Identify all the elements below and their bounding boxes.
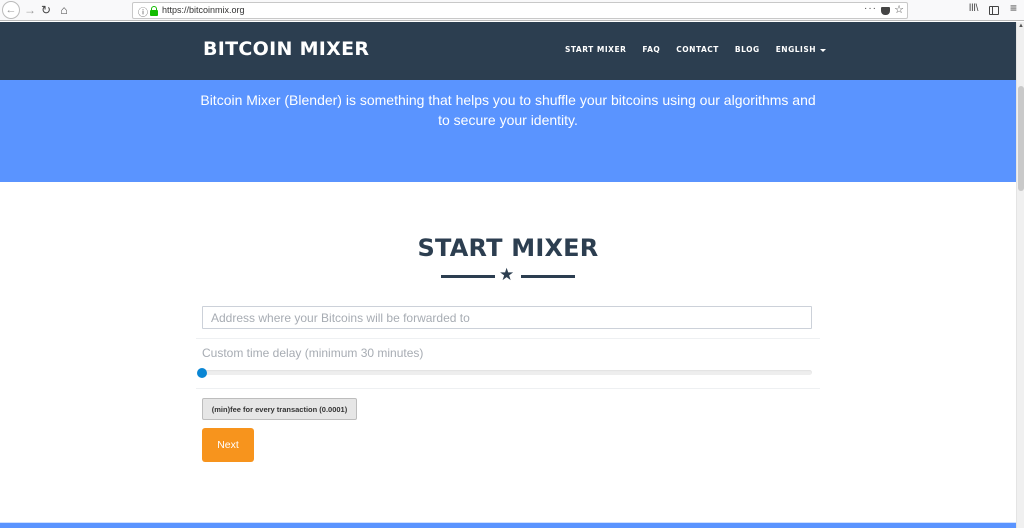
site-navbar: BITCOIN MIXER START MIXER FAQ CONTACT BL… xyxy=(0,22,1016,80)
nav-link-blog[interactable]: BLOG xyxy=(735,45,760,54)
nav-links: START MIXER FAQ CONTACT BLOG ENGLISH xyxy=(565,45,842,54)
time-delay-label: Custom time delay (minimum 30 minutes) xyxy=(202,346,424,360)
section-title: START MIXER xyxy=(417,234,599,262)
footer-band xyxy=(0,522,1016,528)
divider-line-left xyxy=(441,275,495,278)
time-delay-slider-handle[interactable] xyxy=(197,368,207,378)
url-text[interactable]: https://bitcoinmix.org xyxy=(162,5,245,15)
next-button[interactable]: Next xyxy=(202,428,254,462)
lock-icon[interactable] xyxy=(150,6,158,16)
time-delay-slider-track[interactable] xyxy=(202,370,812,375)
pocket-icon[interactable] xyxy=(881,7,890,15)
nav-link-start-mixer[interactable]: START MIXER xyxy=(565,45,626,54)
home-icon: ⌂ xyxy=(60,3,68,17)
site-brand[interactable]: BITCOIN MIXER xyxy=(203,38,369,60)
form-divider xyxy=(196,338,820,339)
nav-link-contact[interactable]: CONTACT xyxy=(676,45,719,54)
hero-description: Bitcoin Mixer (Blender) is something tha… xyxy=(200,92,816,128)
browser-toolbar: ← → ↻ ⌂ ⓘ https://bitcoinmix.org ··· ☆ l… xyxy=(0,0,1024,21)
fee-button[interactable]: (min)fee for every transaction (0.0001) xyxy=(202,398,357,420)
sidebar-icon[interactable] xyxy=(989,6,999,15)
back-button[interactable]: ← xyxy=(2,1,20,19)
star-icon[interactable]: ☆ xyxy=(894,3,904,16)
reload-button[interactable]: ↻ xyxy=(38,2,54,18)
scroll-up-icon[interactable]: ▲ xyxy=(1018,23,1024,29)
arrow-right-icon: → xyxy=(24,3,36,17)
info-icon[interactable]: ⓘ xyxy=(138,4,148,19)
reload-icon: ↻ xyxy=(40,3,52,17)
more-icon[interactable]: ··· xyxy=(864,3,877,14)
arrow-left-icon: ← xyxy=(5,4,17,16)
hero-banner: Bitcoin Mixer (Blender) is something tha… xyxy=(0,80,1016,182)
vertical-scrollbar[interactable]: ▲ xyxy=(1016,22,1024,528)
library-icon[interactable]: lll\ xyxy=(969,3,978,14)
hamburger-menu-icon[interactable]: ≡ xyxy=(1010,1,1017,15)
nav-link-faq[interactable]: FAQ xyxy=(642,45,660,54)
url-bar[interactable]: ⓘ https://bitcoinmix.org ··· ☆ xyxy=(132,2,908,19)
scrollbar-thumb[interactable] xyxy=(1018,86,1024,191)
home-button[interactable]: ⌂ xyxy=(56,2,72,18)
title-divider: ★ xyxy=(441,265,575,284)
star-icon: ★ xyxy=(499,265,515,284)
forward-button[interactable]: → xyxy=(22,2,38,18)
page-content: BITCOIN MIXER START MIXER FAQ CONTACT BL… xyxy=(0,22,1016,528)
form-divider xyxy=(196,388,820,389)
bitcoin-address-input[interactable] xyxy=(202,306,812,329)
language-dropdown[interactable]: ENGLISH xyxy=(776,45,826,54)
divider-line-right xyxy=(521,275,575,278)
